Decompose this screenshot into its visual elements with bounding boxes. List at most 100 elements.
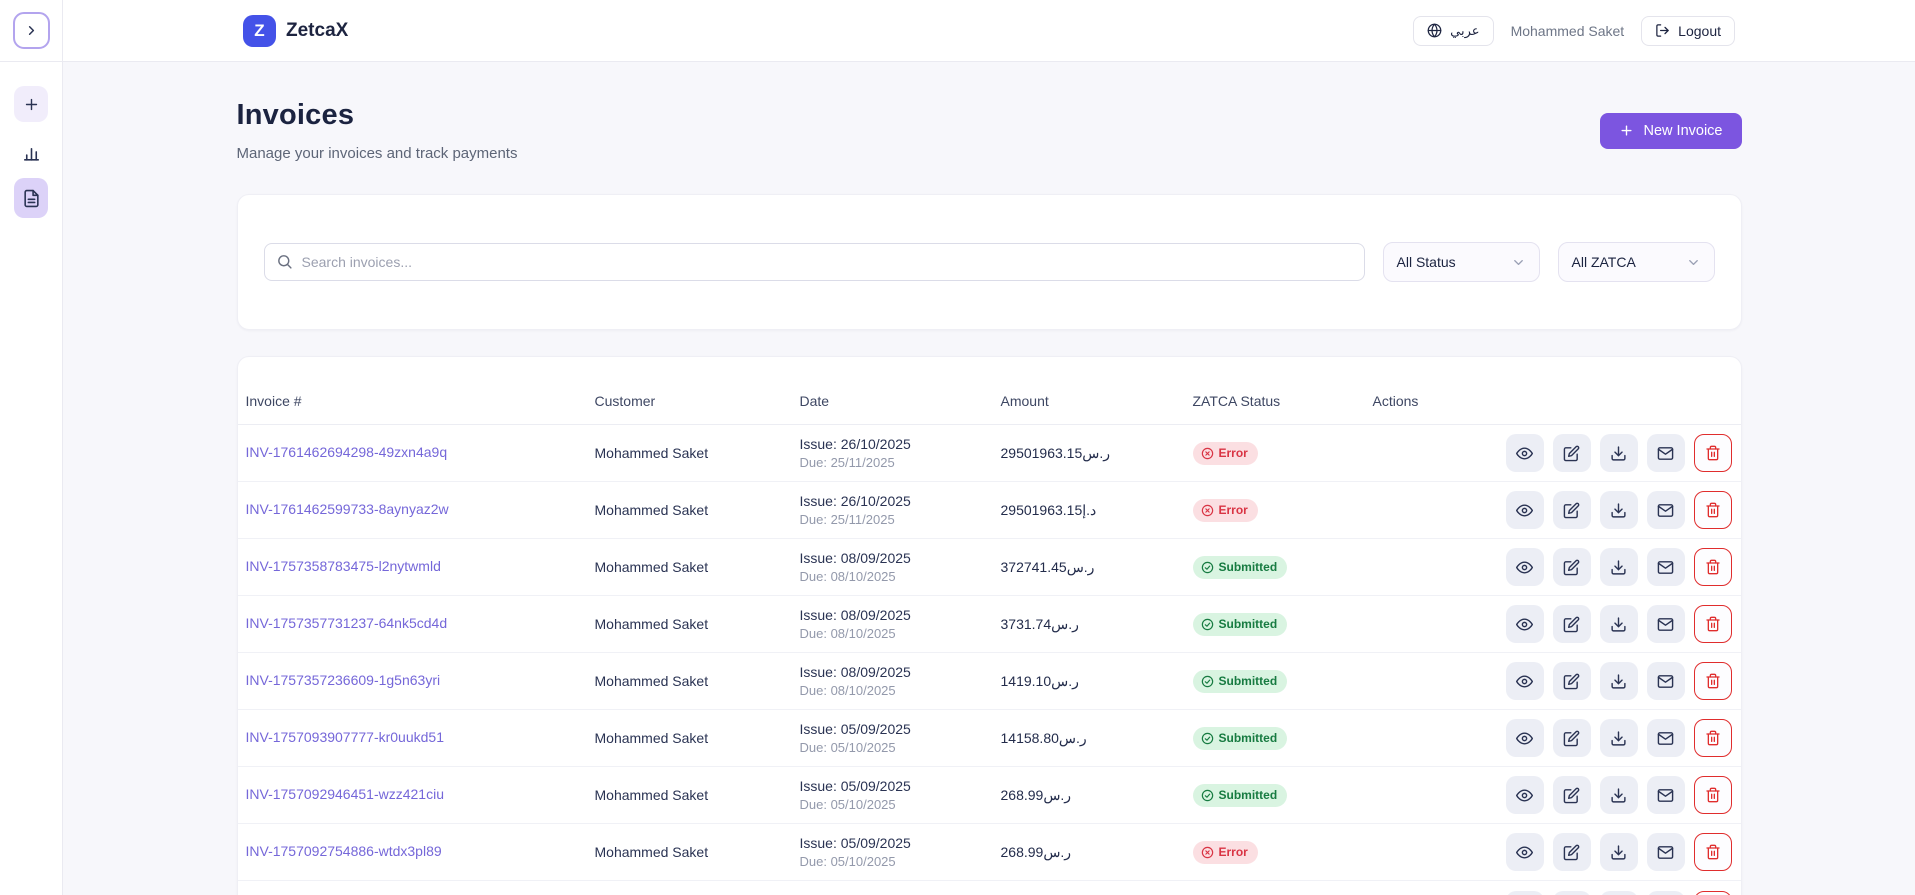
edit-button[interactable]	[1552, 491, 1591, 529]
chevron-right-icon	[24, 23, 39, 38]
amount-value: 268.99ر.س	[1000, 786, 1072, 803]
column-header-invoice: Invoice #	[245, 392, 302, 409]
edit-button[interactable]	[1552, 662, 1591, 700]
mail-envelope-icon	[1657, 445, 1674, 462]
download-button[interactable]	[1599, 776, 1638, 814]
table-row: INV-1757093907777-kr0uukd51 Mohammed Sak…	[237, 710, 1741, 767]
download-button[interactable]	[1599, 833, 1638, 871]
language-toggle-button[interactable]: عربي	[1413, 15, 1494, 46]
delete-button[interactable]	[1693, 890, 1732, 895]
date-cell: Issue: 05/09/2025 Due: 05/10/2025	[800, 835, 1001, 869]
view-button[interactable]	[1505, 719, 1544, 757]
trash-icon	[1705, 673, 1721, 689]
email-button[interactable]	[1646, 605, 1685, 643]
delete-button[interactable]	[1693, 491, 1732, 529]
invoice-number-link[interactable]: INV-1757092946451-wzz421ciu	[246, 786, 444, 802]
issue-date: Issue: 08/09/2025	[799, 607, 911, 623]
zatca-status-badge: Error	[1192, 441, 1258, 465]
edit-button[interactable]	[1552, 605, 1591, 643]
delete-button[interactable]	[1693, 548, 1732, 586]
download-icon	[1610, 673, 1627, 690]
download-button[interactable]	[1599, 605, 1638, 643]
invoice-number-link[interactable]: INV-1757092754886-wtdx3pl89	[246, 843, 442, 859]
zatca-status-label: Submitted	[1218, 617, 1278, 631]
status-filter-select[interactable]: All Status	[1382, 242, 1540, 282]
email-button[interactable]	[1646, 434, 1685, 472]
due-date: Due: 25/11/2025	[799, 455, 895, 470]
edit-button[interactable]	[1552, 434, 1591, 472]
issue-date: Issue: 05/09/2025	[799, 721, 911, 737]
circle-check-icon	[1201, 561, 1214, 574]
delete-button[interactable]	[1693, 434, 1732, 472]
edit-pencil-icon	[1563, 730, 1580, 747]
download-button[interactable]	[1599, 662, 1638, 700]
date-cell: Issue: 08/09/2025 Due: 08/10/2025	[800, 664, 1001, 698]
edit-button[interactable]	[1552, 890, 1591, 895]
search-input[interactable]	[263, 243, 1365, 281]
table-row: INV-1757092946451-wzz421ciu Mohammed Sak…	[237, 767, 1741, 824]
edit-button[interactable]	[1552, 548, 1591, 586]
sidebar-toggle-button[interactable]	[12, 12, 50, 49]
email-button[interactable]	[1646, 548, 1685, 586]
delete-button[interactable]	[1693, 833, 1732, 871]
invoice-number-link[interactable]: INV-1757357731237-64nk5cd4d	[246, 615, 448, 631]
invoice-number-link[interactable]: INV-1757358783475-l2nytwmld	[246, 558, 441, 574]
view-button[interactable]	[1505, 833, 1544, 871]
sidebar-item-new-invoice[interactable]	[14, 86, 48, 122]
due-date: Due: 08/10/2025	[799, 683, 896, 698]
eye-icon	[1516, 730, 1533, 747]
due-date: Due: 05/10/2025	[799, 797, 896, 812]
page-title: Invoices	[236, 99, 355, 131]
sidebar-item-invoices[interactable]	[14, 178, 48, 218]
email-button[interactable]	[1646, 776, 1685, 814]
view-button[interactable]	[1505, 434, 1544, 472]
edit-button[interactable]	[1552, 776, 1591, 814]
invoices-table: Invoice # Customer Date Amount ZATCA Sta…	[236, 356, 1742, 895]
issue-date: Issue: 08/09/2025	[799, 664, 911, 680]
download-button[interactable]	[1599, 491, 1638, 529]
sidebar-item-dashboard[interactable]	[14, 143, 48, 163]
view-button[interactable]	[1505, 662, 1544, 700]
invoice-number-link[interactable]: INV-1761462599733-8aynyaz2w	[246, 501, 449, 517]
delete-button[interactable]	[1693, 719, 1732, 757]
delete-button[interactable]	[1693, 776, 1732, 814]
issue-date: Issue: 26/10/2025	[799, 493, 911, 509]
email-button[interactable]	[1646, 662, 1685, 700]
view-button[interactable]	[1505, 890, 1544, 895]
email-button[interactable]	[1646, 890, 1685, 895]
delete-button[interactable]	[1693, 662, 1732, 700]
top-header: Z ZetcaX عربي Mohammed Saket Logout	[63, 0, 1915, 62]
zatca-filter-select[interactable]: All ZATCA	[1557, 242, 1715, 282]
download-button[interactable]	[1599, 890, 1638, 895]
table-row: INV-1757092754886-wtdx3pl89 Mohammed Sak…	[237, 824, 1741, 881]
zatca-status-badge: Submitted	[1192, 612, 1288, 636]
view-button[interactable]	[1505, 605, 1544, 643]
logout-button[interactable]: Logout	[1641, 15, 1735, 46]
delete-button[interactable]	[1693, 605, 1732, 643]
download-button[interactable]	[1599, 548, 1638, 586]
issue-date: Issue: 05/09/2025	[799, 778, 911, 794]
invoice-number-link[interactable]: INV-1761462694298-49zxn4a9q	[246, 444, 448, 460]
date-cell: Issue: 05/09/2025 Due: 05/10/2025	[800, 721, 1001, 755]
date-cell: Issue: 05/09/2025 Due: 05/10/2025	[800, 778, 1001, 812]
trash-icon	[1705, 445, 1721, 461]
eye-icon	[1516, 445, 1533, 462]
email-button[interactable]	[1646, 833, 1685, 871]
view-button[interactable]	[1505, 491, 1544, 529]
view-button[interactable]	[1505, 776, 1544, 814]
zatca-status-label: Error	[1218, 446, 1248, 460]
email-button[interactable]	[1646, 491, 1685, 529]
download-button[interactable]	[1599, 434, 1638, 472]
invoice-number-link[interactable]: INV-1757357236609-1g5n63yri	[246, 672, 441, 688]
edit-button[interactable]	[1552, 833, 1591, 871]
table-row: INV-1757357731237-64nk5cd4d Mohammed Sak…	[237, 596, 1741, 653]
email-button[interactable]	[1646, 719, 1685, 757]
zatca-status-badge: Submitted	[1192, 783, 1288, 807]
edit-button[interactable]	[1552, 719, 1591, 757]
download-button[interactable]	[1599, 719, 1638, 757]
new-invoice-button[interactable]: New Invoice	[1599, 112, 1742, 149]
eye-icon	[1516, 673, 1533, 690]
customer-name: Mohammed Saket	[594, 559, 709, 575]
invoice-number-link[interactable]: INV-1757093907777-kr0uukd51	[246, 729, 445, 745]
view-button[interactable]	[1505, 548, 1544, 586]
